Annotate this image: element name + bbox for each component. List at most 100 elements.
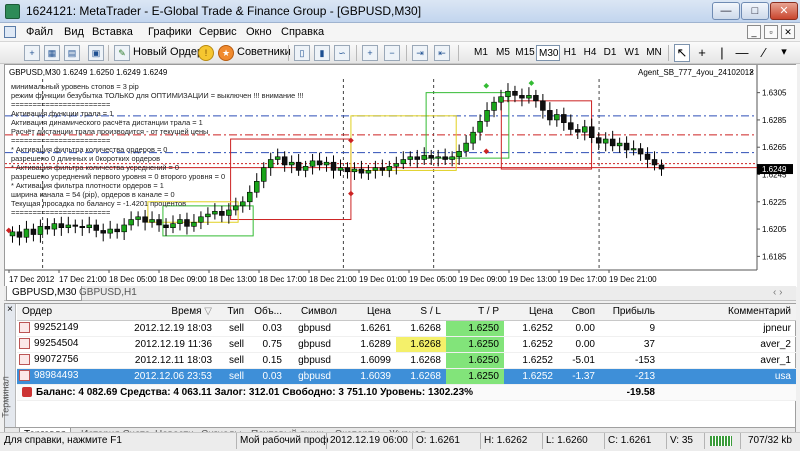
expert-advisors-icon[interactable]: ★ (218, 45, 234, 61)
order-swap: -5.01 (558, 352, 600, 369)
chart-shift-icon[interactable]: ⇤ (434, 45, 450, 61)
horizontal-line-icon[interactable]: — (734, 44, 750, 62)
warning-icon[interactable]: ! (198, 45, 214, 61)
timeframe-m5[interactable]: M5 (493, 45, 513, 61)
status-separator (604, 433, 605, 449)
mdi-close-button[interactable]: ✕ (781, 25, 795, 39)
bull-candle (449, 156, 455, 160)
order-row[interactable]: 99072756 2012.12.11 18:03 sell 0.15 gbpusd 1.… (17, 352, 796, 369)
bull-candle (456, 151, 462, 158)
timeframe-m30[interactable]: M30 (536, 45, 560, 61)
col-time[interactable]: Время ▽ (107, 304, 217, 321)
timeframe-d1[interactable]: D1 (600, 45, 620, 61)
menu-insert[interactable]: Вставка (92, 26, 133, 38)
menu-charts[interactable]: Графики (148, 26, 192, 38)
mdi-minimize-button[interactable]: _ (747, 25, 761, 39)
cursor-icon[interactable]: ↖ (674, 44, 690, 62)
menu-window[interactable]: Окно (246, 26, 272, 38)
tab-gbpusd-h1[interactable]: GBPUSD,H1 (74, 286, 142, 301)
profiles-icon[interactable]: ▦ (44, 45, 60, 61)
menu-file[interactable]: Файл (26, 26, 53, 38)
order-row[interactable]: 99252149 2012.12.19 18:03 sell 0.03 gbpusd 1.… (17, 320, 796, 337)
timeframe-mn[interactable]: MN (643, 45, 665, 61)
timeframe-m15[interactable]: M15 (513, 45, 537, 61)
order-symbol: gbpusd (287, 368, 342, 385)
more-tools-icon[interactable]: ▾ (776, 44, 792, 62)
metatrader-app-icon[interactable] (5, 4, 20, 19)
bear-candle (575, 129, 581, 133)
bear-candle (379, 167, 386, 171)
col-type[interactable]: Тип (217, 304, 249, 321)
bar-chart-icon[interactable]: ▯ (294, 45, 310, 61)
auto-scroll-icon[interactable]: ⇥ (412, 45, 428, 61)
toolbar-separator (108, 45, 109, 61)
tab-gbpusd-m30[interactable]: GBPUSD,M30 (6, 286, 83, 301)
vertical-line-icon[interactable]: | (714, 44, 730, 62)
order-row[interactable]: 98984493 2012.12.06 23:53 sell 0.03 gbpusd 1.… (17, 368, 796, 385)
col-sl[interactable]: S / L (396, 304, 446, 321)
market-watch-icon[interactable]: ▤ (64, 45, 80, 61)
bear-candle (30, 228, 37, 235)
col-swap[interactable]: Своп (558, 304, 600, 321)
expert-comment-line: * Активация фильтра количества усреднени… (11, 163, 179, 172)
trend-line-icon[interactable]: ⁄ (756, 44, 772, 62)
new-order-icon[interactable]: ✎ (114, 45, 130, 61)
maximize-button[interactable]: □ (741, 2, 769, 20)
expert-name-label: Agent_SB_777_4you_24102012 (638, 68, 754, 77)
bull-candle (205, 213, 211, 218)
order-comment: aver_1 (660, 352, 796, 369)
col-cur-price[interactable]: Цена (504, 304, 558, 321)
expert-close-icon[interactable]: × (749, 67, 754, 77)
expert-advisors-button[interactable]: Советники (237, 44, 291, 62)
price-tick-label: 1.6205 (762, 225, 787, 234)
col-symbol[interactable]: Символ (287, 304, 342, 321)
bull-candle (582, 126, 588, 133)
order-row[interactable]: 99254504 2012.12.19 11:36 sell 0.75 gbpusd 1.… (17, 336, 796, 353)
col-tp[interactable]: T / P (446, 304, 504, 321)
status-datetime: 2012.12.19 06:00 (330, 435, 408, 446)
bear-candle (658, 164, 665, 170)
candlestick-icon[interactable]: ▮ (314, 45, 330, 61)
expert-comment-line: ======================= (11, 136, 110, 145)
col-volume[interactable]: Объ... (249, 304, 287, 321)
col-profit[interactable]: Прибыль (600, 304, 660, 321)
time-tick-label: 18 Dec 05:00 (109, 275, 157, 284)
timeframe-m1[interactable]: M1 (471, 45, 491, 61)
col-order[interactable]: Ордер (17, 304, 107, 321)
price-tick-label: 1.6185 (762, 252, 787, 261)
chart-canvas[interactable]: 1.63051.62851.62651.62451.62251.62051.61… (5, 65, 797, 287)
new-chart-icon[interactable]: + (24, 45, 40, 61)
zoom-in-icon[interactable]: + (362, 45, 378, 61)
mdi-restore-button[interactable]: ▫ (764, 25, 778, 39)
order-number: 99252149 (17, 320, 107, 337)
close-button[interactable]: ✕ (770, 2, 798, 20)
status-open: O: 1.6261 (416, 435, 460, 446)
timeframe-h4[interactable]: H4 (580, 45, 600, 61)
status-profile[interactable]: Мой рабочий проф (240, 433, 329, 449)
order-take-profit: 1.6250 (446, 352, 504, 369)
crosshair-icon[interactable]: + (694, 44, 710, 62)
order-swap: 0.00 (558, 336, 600, 353)
new-order-button[interactable]: Новый Ордер (133, 44, 203, 62)
line-chart-icon[interactable]: ∽ (334, 45, 350, 61)
navigator-icon[interactable]: ▣ (88, 45, 104, 61)
bear-candle (72, 224, 79, 227)
balance-icon (22, 386, 32, 397)
tab-scroll-arrows-icon[interactable]: ‹ › (768, 286, 787, 301)
menu-tools[interactable]: Сервис (199, 26, 237, 38)
col-comment[interactable]: Комментарий (660, 304, 796, 321)
bear-candle (93, 224, 99, 231)
chart-window-icon[interactable] (4, 26, 16, 38)
status-help: Для справки, нажмите F1 (4, 435, 122, 446)
minimize-button[interactable]: — (712, 2, 740, 20)
terminal-close-icon[interactable]: × (7, 304, 13, 315)
bear-candle (295, 161, 302, 171)
timeframe-h1[interactable]: H1 (560, 45, 580, 61)
menu-view[interactable]: Вид (64, 26, 84, 38)
col-price[interactable]: Цена (342, 304, 396, 321)
menu-help[interactable]: Справка (281, 26, 324, 38)
price-chart[interactable]: 1.6305 1.6285 1.6265 1.6245 1.6225 1.6205 1.61… (4, 64, 797, 287)
zoom-out-icon[interactable]: − (384, 45, 400, 61)
order-comment: jpneur (660, 320, 796, 337)
timeframe-w1[interactable]: W1 (621, 45, 643, 61)
